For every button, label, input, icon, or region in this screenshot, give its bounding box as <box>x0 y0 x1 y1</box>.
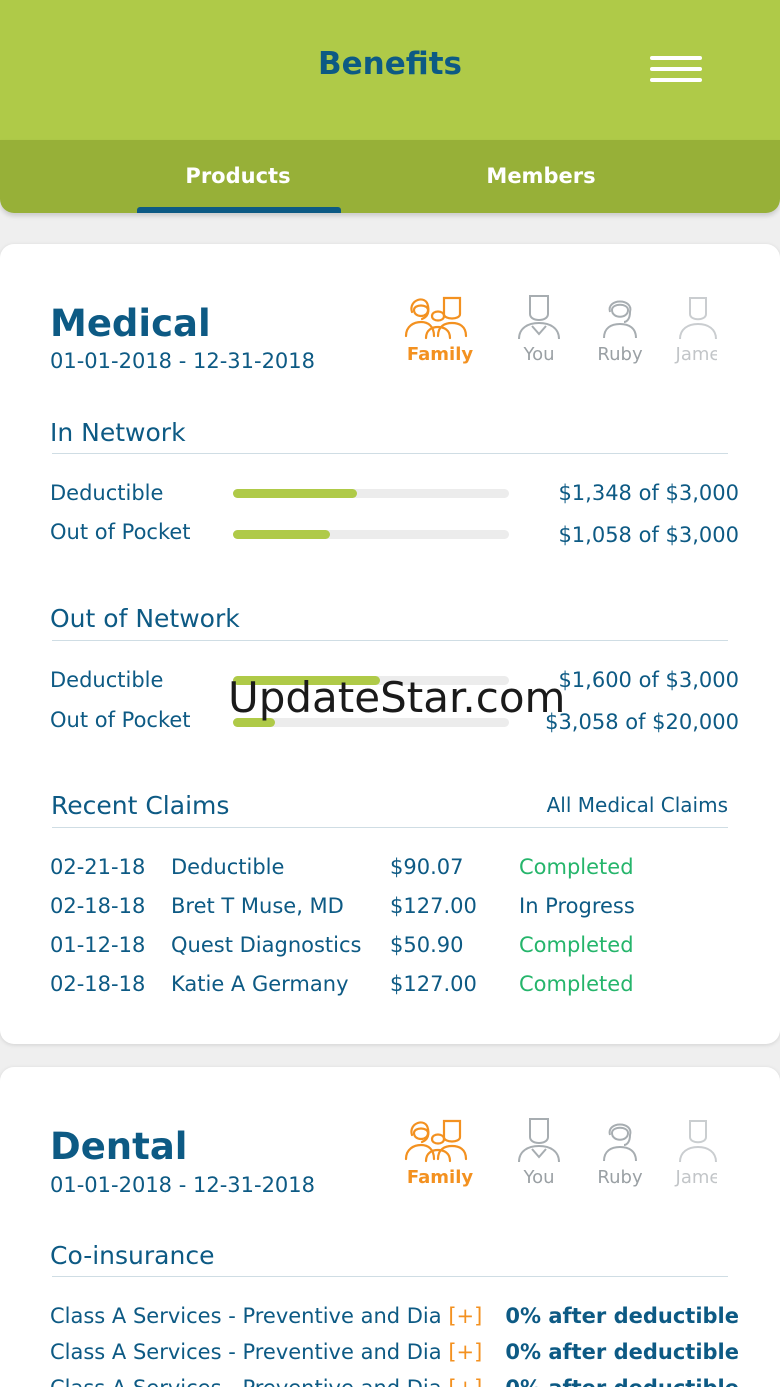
product-dates: 01-01-2018 - 12-31-2018 <box>50 1173 316 1197</box>
claim-status: In Progress <box>519 894 635 918</box>
member-label: Jame <box>675 344 717 365</box>
member-clip: Jame <box>655 292 717 382</box>
product-dates: 01-01-2018 - 12-31-2018 <box>50 349 316 373</box>
divider <box>52 640 728 641</box>
service-value: 0% after deductible <box>505 1340 739 1364</box>
member-ruby[interactable]: Ruby <box>575 1115 665 1188</box>
divider <box>52 453 728 454</box>
product-title: Dental <box>50 1125 188 1168</box>
member-label: Jame <box>675 1167 717 1188</box>
recent-claims-title: Recent Claims <box>51 791 230 820</box>
tab-products[interactable]: Products <box>88 140 388 213</box>
member-family[interactable]: Family <box>395 292 485 365</box>
member-label: Family <box>406 344 474 365</box>
service-label: Class A Services - Preventive and Dia [+… <box>50 1304 482 1328</box>
male-person-icon <box>518 1118 560 1163</box>
service-name: Class A Services - Preventive and Dia <box>50 1340 442 1364</box>
member-label: You <box>523 1167 555 1188</box>
claim-provider: Deductible <box>171 855 285 879</box>
claim-amount: $127.00 <box>390 894 477 918</box>
claim-date: 02-18-18 <box>50 972 146 996</box>
service-label: Class A Services - Preventive and Dia [+… <box>50 1340 482 1364</box>
male-person-icon <box>679 1120 717 1163</box>
member-you[interactable]: You <box>494 292 584 365</box>
watermark-text: UpdateStar.com <box>228 673 566 722</box>
progress-fill <box>233 530 331 539</box>
member-you[interactable]: You <box>494 1115 584 1188</box>
out-of-pocket-amount: $1,058 of $3,000 <box>558 523 739 547</box>
coinsurance-title: Co-insurance <box>50 1241 215 1270</box>
service-name: Class A Services - Preventive and Dia <box>50 1376 442 1387</box>
claim-provider: Bret T Muse, MD <box>171 894 344 918</box>
in-network-title: In Network <box>50 418 186 447</box>
family-icon <box>404 1119 468 1163</box>
family-icon <box>404 296 468 340</box>
expand-plus-icon[interactable]: [+] <box>448 1376 482 1387</box>
claim-date: 02-21-18 <box>50 855 146 879</box>
claim-date: 02-18-18 <box>50 894 146 918</box>
claim-date: 01-12-18 <box>50 933 146 957</box>
male-person-icon <box>679 297 717 340</box>
claim-status: Completed <box>519 972 634 996</box>
deductible-label: Deductible <box>50 481 164 505</box>
divider <box>52 827 728 828</box>
deductible-amount: $1,348 of $3,000 <box>558 481 739 505</box>
tab-bar: Products Members <box>0 140 780 213</box>
deductible-amount: $1,600 of $3,000 <box>558 668 739 692</box>
out-of-pocket-label: Out of Pocket <box>50 708 191 732</box>
female-person-icon <box>603 1123 637 1162</box>
claim-status: Completed <box>519 855 634 879</box>
claim-provider: Quest Diagnostics <box>171 933 362 957</box>
member-label: Family <box>406 1167 474 1188</box>
expand-plus-icon[interactable]: [+] <box>448 1304 482 1328</box>
hamburger-menu-icon[interactable] <box>648 54 704 84</box>
all-medical-claims-link[interactable]: All Medical Claims <box>547 793 728 817</box>
out-of-pocket-label: Out of Pocket <box>50 520 191 544</box>
progress-track <box>233 530 509 539</box>
female-person-icon <box>603 300 637 339</box>
tab-members[interactable]: Members <box>391 140 691 213</box>
active-tab-indicator <box>137 207 341 213</box>
claim-status: Completed <box>519 933 634 957</box>
service-label: Class A Services - Preventive and Dia [+… <box>50 1376 482 1387</box>
member-label: You <box>523 344 555 365</box>
service-value: 0% after deductible <box>505 1304 739 1328</box>
member-jame[interactable]: Jame <box>655 292 717 365</box>
dental-card: Dental 01-01-2018 - 12-31-2018 Family Yo… <box>0 1067 780 1387</box>
member-family[interactable]: Family <box>395 1115 485 1188</box>
medical-card: Medical 01-01-2018 - 12-31-2018 Family Y… <box>0 244 780 1044</box>
member-label: Ruby <box>597 344 643 365</box>
member-label: Ruby <box>597 1167 643 1188</box>
claim-amount: $50.90 <box>390 933 464 957</box>
member-ruby[interactable]: Ruby <box>575 292 665 365</box>
service-name: Class A Services - Preventive and Dia <box>50 1304 442 1328</box>
claim-amount: $127.00 <box>390 972 477 996</box>
claim-amount: $90.07 <box>390 855 464 879</box>
member-clip: Jame <box>655 1115 717 1205</box>
divider <box>52 1276 728 1277</box>
male-person-icon <box>518 295 560 340</box>
app-header: Benefits <box>0 0 780 140</box>
member-jame[interactable]: Jame <box>655 1115 717 1188</box>
claim-provider: Katie A Germany <box>171 972 349 996</box>
deductible-label: Deductible <box>50 668 164 692</box>
progress-track <box>233 489 509 498</box>
out-of-pocket-amount: $3,058 of $20,000 <box>545 710 739 734</box>
out-of-network-title: Out of Network <box>50 604 240 633</box>
product-title: Medical <box>50 302 211 345</box>
service-value: 0% after deductible <box>505 1376 739 1387</box>
expand-plus-icon[interactable]: [+] <box>448 1340 482 1364</box>
progress-fill <box>233 489 357 498</box>
